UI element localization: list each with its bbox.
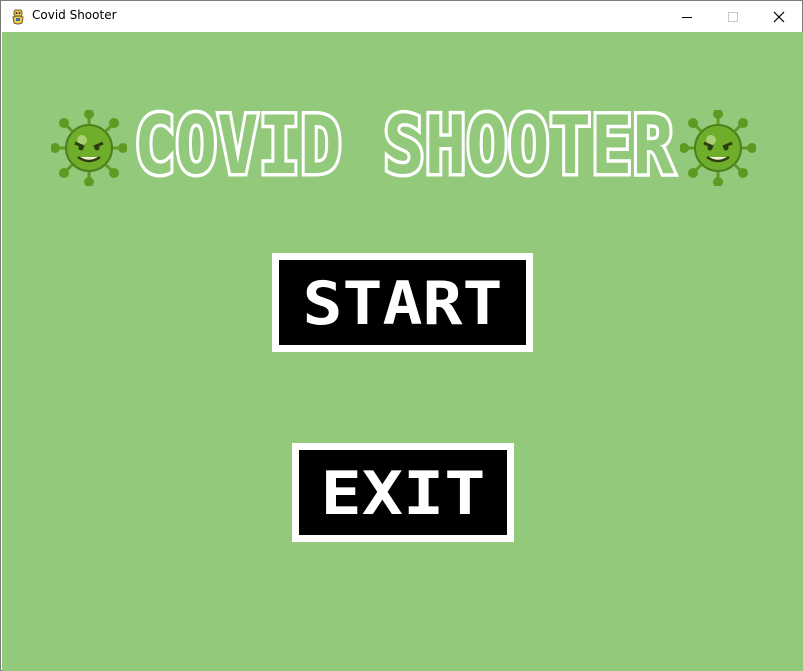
close-button[interactable] — [756, 1, 802, 32]
exit-button-label: EXIT — [321, 459, 486, 529]
title-bar[interactable]: Covid Shooter — [1, 1, 802, 32]
virus-icon — [680, 110, 756, 186]
minimize-icon — [682, 16, 692, 18]
exit-button[interactable]: EXIT — [292, 443, 514, 542]
pygame-snake-icon — [12, 9, 24, 25]
minimize-button[interactable] — [664, 1, 710, 32]
game-canvas: COVID SHOOTER START EXIT — [2, 32, 803, 671]
app-window: Covid Shooter COVID SHOOTER START EXIT — [0, 0, 803, 671]
start-button[interactable]: START — [272, 253, 533, 352]
maximize-icon — [728, 11, 738, 22]
maximize-button[interactable] — [710, 1, 756, 32]
start-button-label: START — [303, 269, 503, 339]
svg-text:EXIT: EXIT — [321, 459, 486, 529]
game-title: COVID SHOOTER — [131, 98, 679, 188]
virus-icon — [51, 110, 127, 186]
window-title: Covid Shooter — [32, 8, 117, 22]
game-title-text: COVID SHOOTER — [134, 99, 675, 188]
svg-text:START: START — [303, 269, 503, 339]
close-icon — [773, 11, 785, 22]
